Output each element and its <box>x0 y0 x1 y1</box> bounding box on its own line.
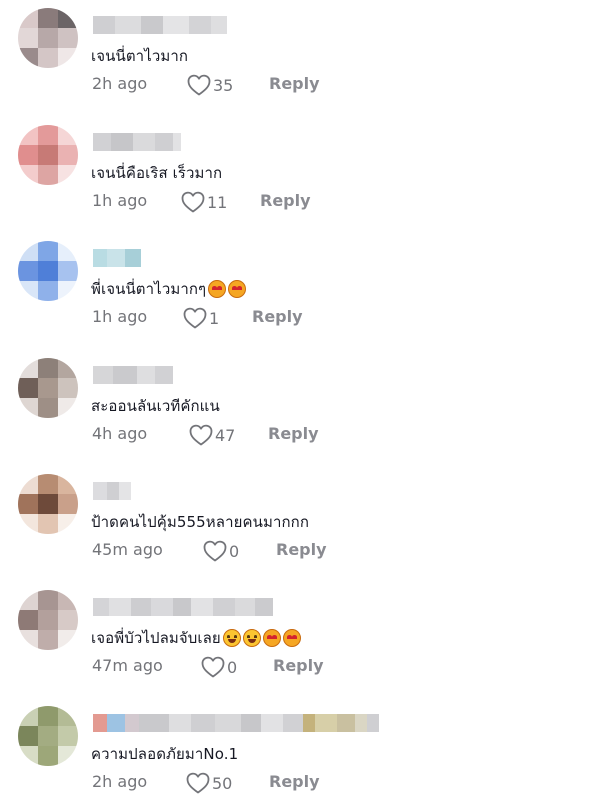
comment-text: สะออนลันเวทีคักแน <box>91 397 220 415</box>
like-button[interactable]: 0 <box>201 656 237 678</box>
avatar[interactable] <box>18 474 78 534</box>
reply-button[interactable]: Reply <box>269 74 320 93</box>
avatar[interactable] <box>18 358 78 418</box>
grinning-emoji <box>242 629 261 647</box>
heart-eyes-emoji <box>282 629 301 647</box>
heart-icon <box>183 307 207 329</box>
heart-icon <box>181 191 205 213</box>
comment-text: พี่เจนนี่ตาไวมากๆ <box>91 277 247 301</box>
like-count: 1 <box>209 308 220 328</box>
comment-item: เจนนี่ตาไวมาก 2h ago 35 Reply <box>0 4 600 104</box>
heart-icon <box>186 772 210 794</box>
like-count: 11 <box>207 192 228 212</box>
like-count: 47 <box>215 425 236 445</box>
like-button[interactable]: 0 <box>203 540 239 562</box>
reply-button[interactable]: Reply <box>269 772 320 791</box>
comment-timestamp: 45m ago <box>92 540 163 559</box>
comment-text: ความปลอดภัยมาNo.1 <box>91 745 239 763</box>
reply-button[interactable]: Reply <box>273 656 324 675</box>
like-count: 0 <box>227 657 238 677</box>
reply-button[interactable]: Reply <box>268 424 319 443</box>
heart-icon <box>187 74 211 96</box>
avatar[interactable] <box>18 590 78 650</box>
heart-icon <box>201 656 225 678</box>
like-count: 50 <box>212 773 233 793</box>
comment-item: พี่เจนนี่ตาไวมากๆ 1h ago 1 Reply <box>0 237 600 337</box>
comment-item: เจอพี่บัวไปลมจับเลย 47m ago 0 Reply <box>0 586 600 686</box>
comment-item: เจนนี่คือเริส เร็วมาก 1h ago 11 Reply <box>0 121 600 221</box>
reply-button[interactable]: Reply <box>252 307 303 326</box>
comment-timestamp: 47m ago <box>92 656 163 675</box>
comment-text: ป้าดคนไปคุ้ม555หลายคนมากกก <box>91 513 310 531</box>
like-count: 35 <box>213 75 234 95</box>
avatar[interactable] <box>18 8 78 68</box>
like-button[interactable]: 1 <box>183 307 219 329</box>
heart-icon <box>203 540 227 562</box>
avatar[interactable] <box>18 706 78 766</box>
reply-button[interactable]: Reply <box>260 191 311 210</box>
heart-eyes-emoji <box>228 280 247 298</box>
like-button[interactable]: 11 <box>181 191 227 213</box>
avatar[interactable] <box>18 241 78 301</box>
comment-item: ความปลอดภัยมาNo.1 2h ago 50 Reply <box>0 702 600 802</box>
comment-text: เจนนี่คือเริส เร็วมาก <box>91 164 223 182</box>
heart-eyes-emoji <box>208 280 227 298</box>
comment-item: ป้าดคนไปคุ้ม555หลายคนมากกก 45m ago 0 Reply <box>0 470 600 570</box>
reply-button[interactable]: Reply <box>276 540 327 559</box>
like-button[interactable]: 35 <box>187 74 233 96</box>
like-button[interactable]: 47 <box>189 424 235 446</box>
avatar[interactable] <box>18 125 78 185</box>
comment-timestamp: 1h ago <box>92 307 148 326</box>
comment-timestamp: 2h ago <box>92 772 148 791</box>
like-count: 0 <box>229 541 240 561</box>
comment-timestamp: 1h ago <box>92 191 148 210</box>
heart-icon <box>189 424 213 446</box>
heart-eyes-emoji <box>262 629 281 647</box>
grinning-emoji <box>222 629 241 647</box>
comment-text: เจอพี่บัวไปลมจับเลย <box>91 626 301 650</box>
like-button[interactable]: 50 <box>186 772 232 794</box>
comment-timestamp: 4h ago <box>92 424 148 443</box>
comment-text: เจนนี่ตาไวมาก <box>91 47 189 65</box>
comment-item: สะออนลันเวทีคักแน 4h ago 47 Reply <box>0 354 600 454</box>
comment-timestamp: 2h ago <box>92 74 148 93</box>
